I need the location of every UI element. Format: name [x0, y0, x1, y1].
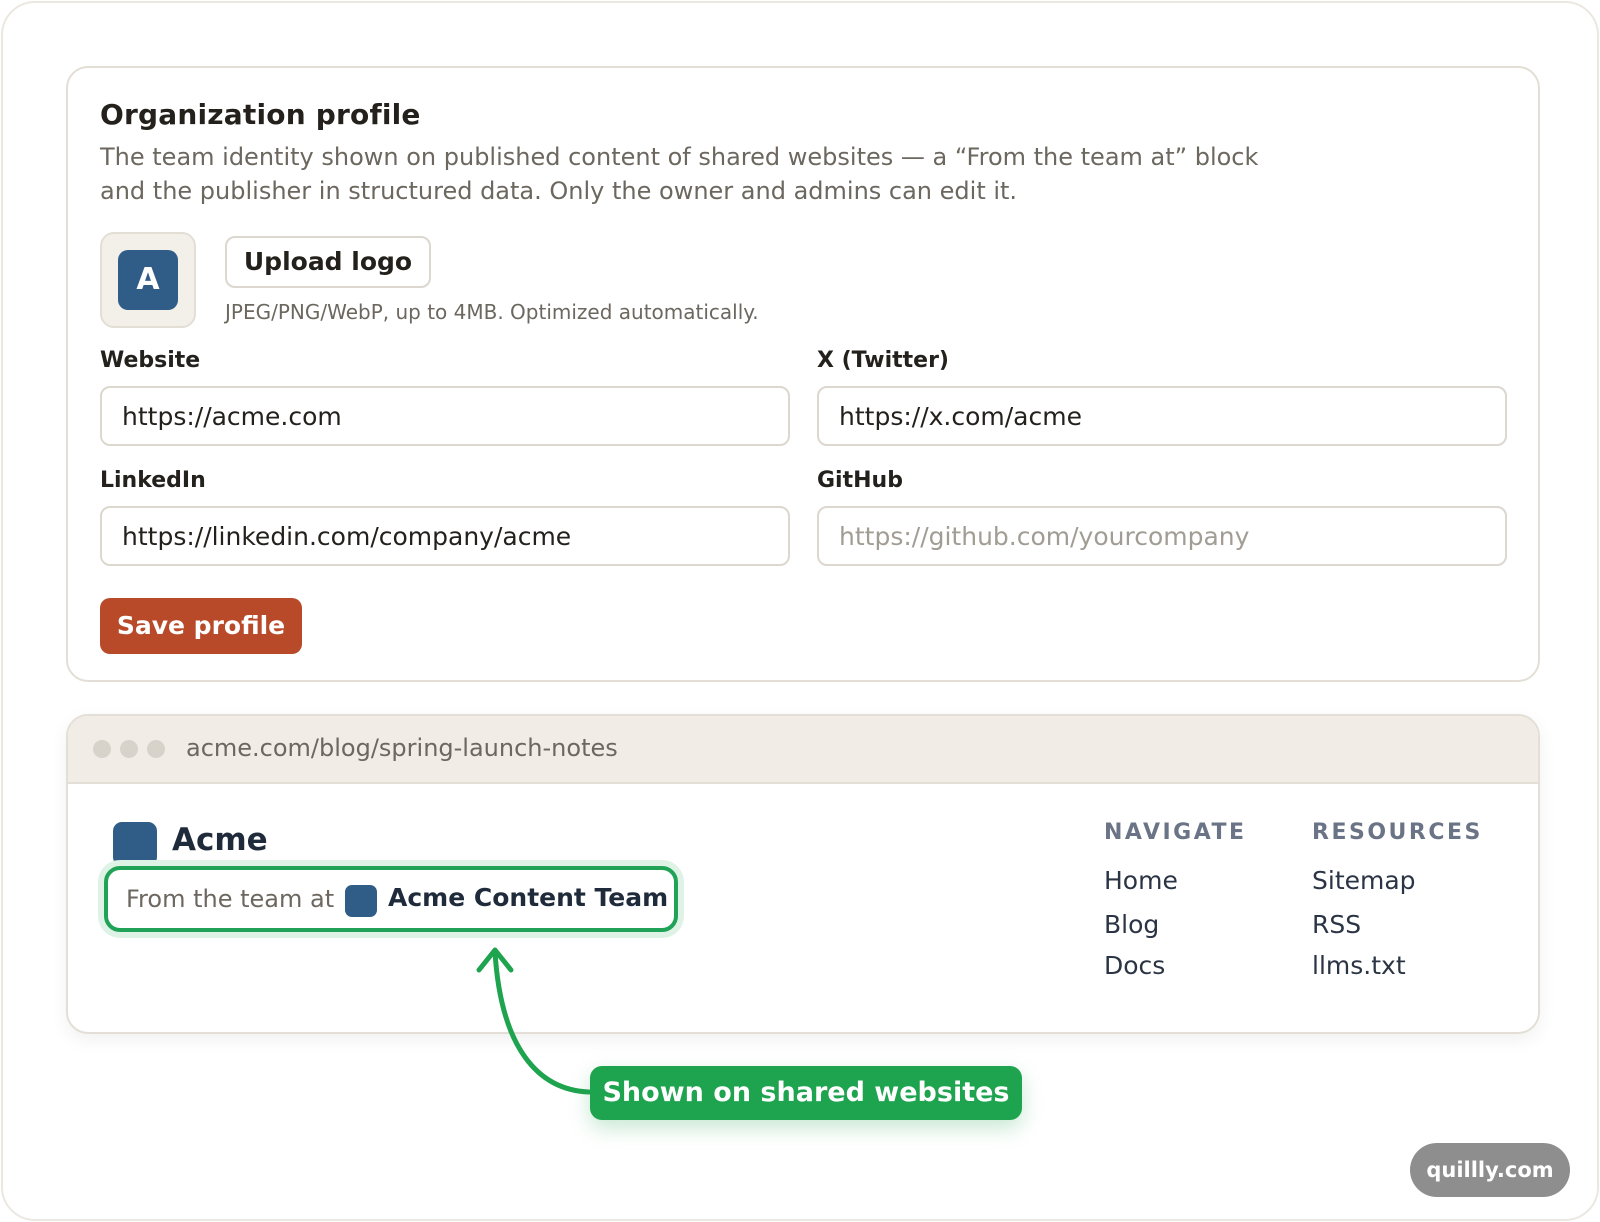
resources-heading: RESOURCES — [1312, 820, 1483, 845]
browser-preview: acme.com/blog/spring-launch-notes Acme F… — [66, 714, 1540, 1034]
website-label: Website — [100, 348, 201, 373]
browser-url: acme.com/blog/spring-launch-notes — [186, 734, 618, 762]
page-frame: Organization profile The team identity s… — [1, 1, 1599, 1221]
window-dot-icon — [120, 740, 138, 758]
callout-badge: Shown on shared websites — [590, 1066, 1022, 1120]
from-the-team-block: From the team at Acme Content Team — [104, 866, 678, 932]
nav-link-docs[interactable]: Docs — [1104, 951, 1165, 980]
logo-preview: A — [100, 232, 196, 328]
linkedin-input[interactable] — [100, 506, 790, 566]
window-dot-icon — [93, 740, 111, 758]
github-label: GitHub — [817, 468, 903, 493]
upload-hint: JPEG/PNG/WebP, up to 4MB. Optimized auto… — [225, 300, 759, 324]
brand-watermark: quillly.com — [1410, 1143, 1570, 1197]
save-profile-button[interactable]: Save profile — [100, 598, 302, 654]
twitter-label: X (Twitter) — [817, 348, 949, 373]
navigate-heading: NAVIGATE — [1104, 820, 1247, 845]
organization-profile-card: Organization profile The team identity s… — [66, 66, 1540, 682]
twitter-input[interactable] — [817, 386, 1507, 446]
card-title: Organization profile — [100, 98, 421, 131]
github-input[interactable] — [817, 506, 1507, 566]
window-dot-icon — [147, 740, 165, 758]
nav-link-home[interactable]: Home — [1104, 866, 1178, 895]
nav-link-blog[interactable]: Blog — [1104, 910, 1159, 939]
site-logo-icon — [113, 822, 157, 866]
card-description: The team identity shown on published con… — [100, 143, 1259, 205]
linkedin-label: LinkedIn — [100, 468, 206, 493]
site-name: Acme — [172, 822, 268, 858]
curved-arrow-icon — [476, 947, 592, 1095]
browser-address-bar: acme.com/blog/spring-launch-notes — [68, 716, 1538, 784]
resource-link-llms[interactable]: llms.txt — [1312, 951, 1406, 980]
website-input[interactable] — [100, 386, 790, 446]
resource-link-rss[interactable]: RSS — [1312, 910, 1361, 939]
letter-avatar-icon: A — [118, 250, 178, 310]
resource-link-sitemap[interactable]: Sitemap — [1312, 866, 1416, 895]
team-name: Acme Content Team — [388, 883, 669, 912]
team-prefix: From the team at — [126, 885, 335, 913]
upload-logo-button[interactable]: Upload logo — [225, 236, 431, 288]
team-logo-icon — [345, 885, 377, 917]
